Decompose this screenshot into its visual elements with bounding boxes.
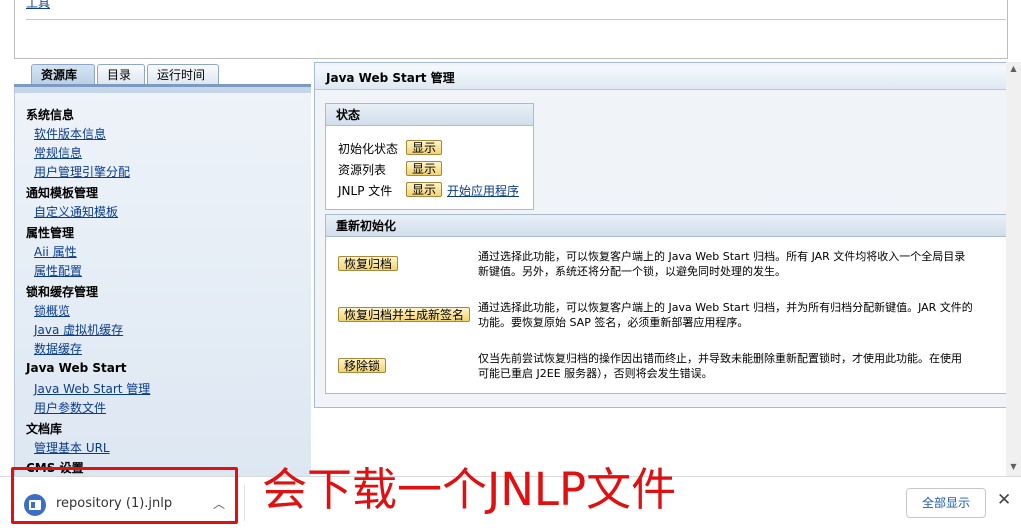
init-status-label: 初始化状态 xyxy=(338,142,399,156)
close-icon[interactable]: ✕ xyxy=(997,490,1011,510)
jnlp-file-label: JNLP 文件 xyxy=(338,184,393,198)
link-ume-assignment[interactable]: 用户管理引擎分配 xyxy=(34,163,130,180)
restore-sign-desc-1: 通过选择此功能，可以恢复客户端上的 Java Web Start 归档，并为所有… xyxy=(478,301,973,314)
scroll-up-icon[interactable]: ▲ xyxy=(1008,64,1019,74)
link-jvm-cache[interactable]: Java 虚拟机缓存 xyxy=(34,321,123,338)
restore-archive-desc-2: 新键值。另外，系统还将分配一个锁，以避免同时处理的发生。 xyxy=(478,265,786,278)
resource-list-label: 资源列表 xyxy=(338,163,387,177)
section-java-web-start: Java Web Start xyxy=(26,361,127,375)
nav-panel: 系统信息 软件版本信息 常规信息 用户管理引擎分配 通知模板管理 自定义通知模板… xyxy=(14,87,311,476)
status-group-title: 状态 xyxy=(326,104,533,126)
link-custom-template[interactable]: 自定义通知模板 xyxy=(34,203,118,220)
remove-lock-button[interactable]: 移除锁 xyxy=(338,358,387,373)
top-link[interactable]: 工具 xyxy=(26,0,50,11)
link-general-info[interactable]: 常规信息 xyxy=(34,144,82,161)
left-navigation: 资源库 目录 运行时间 系统信息 软件版本信息 常规信息 用户管理引擎分配 通知… xyxy=(14,62,311,476)
annotation-text: 会下载一个JNLP文件 xyxy=(262,463,677,516)
tab-runtime[interactable]: 运行时间 xyxy=(147,64,219,84)
link-software-version[interactable]: 软件版本信息 xyxy=(34,125,106,142)
link-aii-property[interactable]: Aii 属性 xyxy=(34,243,77,260)
vertical-scrollbar[interactable]: ▲ ▼ xyxy=(1006,62,1021,476)
scroll-down-icon[interactable]: ▼ xyxy=(1008,462,1019,472)
link-base-url[interactable]: 管理基本 URL xyxy=(34,439,110,456)
show-jnlp-button[interactable]: 显示 xyxy=(406,182,443,197)
link-user-profile[interactable]: 用户参数文件 xyxy=(34,399,106,416)
section-property: 属性管理 xyxy=(26,226,75,240)
remove-lock-desc-2: 可能已重启 J2EE 服务器），否则将会发生错误。 xyxy=(478,367,713,380)
top-divider xyxy=(26,19,1006,20)
reinit-group-title: 重新初始化 xyxy=(326,215,1021,237)
start-application-link[interactable]: 开始应用程序 xyxy=(447,182,519,199)
status-group: 状态 初始化状态 显示 资源列表 显示 JNLP 文件 显示 开始应用程序 xyxy=(325,103,534,210)
show-init-status-button[interactable]: 显示 xyxy=(406,140,443,155)
annotation-highlight-box xyxy=(11,467,238,524)
link-jws-admin[interactable]: Java Web Start 管理 xyxy=(34,380,150,397)
link-lock-overview[interactable]: 锁概览 xyxy=(34,302,70,319)
section-document-library: 文档库 xyxy=(26,422,63,436)
link-property-config[interactable]: 属性配置 xyxy=(34,262,82,279)
tab-directory[interactable]: 目录 xyxy=(97,64,145,84)
restore-sign-button[interactable]: 恢复归档并生成新签名 xyxy=(338,307,471,322)
section-system-info: 系统信息 xyxy=(26,108,75,122)
reinit-group: 重新初始化 恢复归档 通过选择此功能，可以恢复客户端上的 Java Web St… xyxy=(325,214,1021,394)
nav-tabs: 资源库 目录 运行时间 xyxy=(14,62,311,87)
top-box xyxy=(14,0,1008,59)
section-lock-cache: 锁和缓存管理 xyxy=(26,285,99,299)
section-notification: 通知模板管理 xyxy=(26,186,99,200)
restore-sign-desc-2: 功能。要恢复原始 SAP 签名，必须重新部署应用程序。 xyxy=(478,316,749,329)
show-resource-list-button[interactable]: 显示 xyxy=(406,161,443,176)
remove-lock-desc-1: 仅当先前尝试恢复归档的操作因出错而终止，并导致未能删除重新配置锁时，才使用此功能… xyxy=(478,352,962,365)
download-divider xyxy=(244,485,245,521)
nav-stripe xyxy=(15,87,311,93)
show-all-button[interactable]: 全部显示 xyxy=(906,488,986,518)
tab-repository[interactable]: 资源库 xyxy=(31,64,95,84)
link-data-cache[interactable]: 数据缓存 xyxy=(34,340,82,357)
restore-archive-button[interactable]: 恢复归档 xyxy=(338,256,399,271)
main-panel: Java Web Start 管理 状态 初始化状态 显示 资源列表 显示 JN… xyxy=(314,62,1021,408)
page-title: Java Web Start 管理 xyxy=(315,66,1021,90)
restore-archive-desc-1: 通过选择此功能，可以恢复客户端上的 Java Web Start 归档。所有 J… xyxy=(478,250,966,263)
top-frame: 工具 xyxy=(0,0,1021,62)
